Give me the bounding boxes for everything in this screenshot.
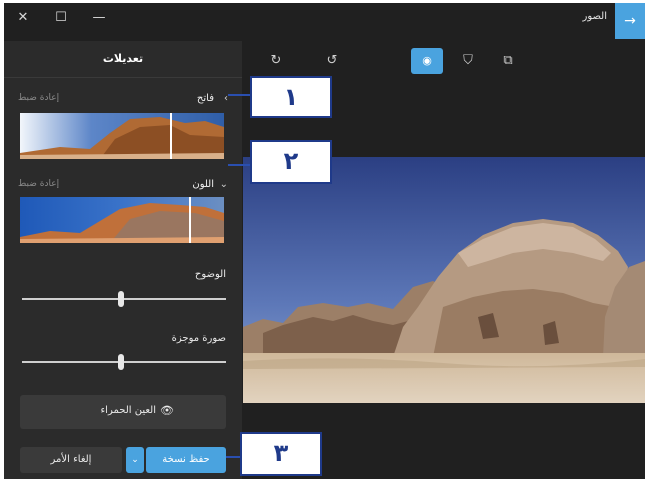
callout-3-line <box>226 456 240 458</box>
light-preview-image <box>20 113 224 159</box>
vignette-label: صورة موجزة <box>171 333 226 344</box>
color-preview-thumbnail[interactable] <box>20 197 224 243</box>
back-arrow-icon[interactable]: → <box>615 3 645 39</box>
light-section-header[interactable]: إعادة ضبط فاتح ‹ <box>18 93 228 109</box>
filter-icon[interactable]: ⛉ <box>458 49 478 73</box>
callout-1-line <box>228 94 250 96</box>
callout-2: ٢ <box>250 140 332 184</box>
red-eye-label: العين الحمراء <box>100 405 156 416</box>
clarity-slider-thumb[interactable] <box>118 291 124 307</box>
light-preview-thumbnail[interactable] <box>20 113 224 159</box>
vignette-slider-thumb[interactable] <box>118 354 124 370</box>
view-icon: ◉ <box>422 54 432 67</box>
color-reset-link[interactable]: إعادة ضبط <box>18 179 59 189</box>
color-section-header[interactable]: إعادة ضبط اللون ⌄ <box>18 179 228 195</box>
crop-icon[interactable]: ⧉ <box>498 49 518 73</box>
cancel-button[interactable]: إلغاء الأمر <box>20 447 122 473</box>
undo-icon[interactable]: ↺ <box>322 49 342 73</box>
save-copy-button[interactable]: حفظ نسخة <box>146 447 226 473</box>
redo-icon[interactable]: ↻ <box>266 49 286 73</box>
clarity-label: الوضوح <box>194 269 226 280</box>
light-section-label: فاتح <box>196 93 214 104</box>
adjustments-panel: تعديلات إعادة ضبط فاتح ‹ إعادة ضبط اللون… <box>4 41 242 479</box>
callout-1: ١ <box>250 76 332 118</box>
minimize-icon[interactable]: — <box>86 3 112 33</box>
main-photo <box>243 157 645 403</box>
title-bar: ✕ ☐ — الصور → <box>4 3 645 39</box>
save-dropdown-chevron-icon[interactable]: ⌄ <box>126 447 144 473</box>
color-section-label: اللون <box>192 179 214 190</box>
clarity-slider-track[interactable] <box>22 298 226 300</box>
view-toggle-button[interactable]: ◉ <box>411 48 443 74</box>
close-icon[interactable]: ✕ <box>10 3 36 33</box>
callout-2-line <box>228 164 250 166</box>
callout-3: ٣ <box>240 432 322 476</box>
panel-title: تعديلات <box>4 41 242 78</box>
photos-app-window: ✕ ☐ — الصور → تعديلات إعادة ضبط فاتح ‹ إ… <box>4 3 645 479</box>
eye-icon: 👁 <box>160 404 174 417</box>
desert-rock-photo <box>243 157 645 403</box>
vignette-slider-track[interactable] <box>22 361 226 363</box>
app-title: الصور <box>582 11 608 22</box>
color-preview-image <box>20 197 224 243</box>
light-reset-link[interactable]: إعادة ضبط <box>18 93 59 103</box>
maximize-icon[interactable]: ☐ <box>48 3 74 33</box>
chevron-down-icon[interactable]: ⌄ <box>220 179 228 190</box>
red-eye-button[interactable]: العين الحمراء 👁 <box>20 395 226 429</box>
